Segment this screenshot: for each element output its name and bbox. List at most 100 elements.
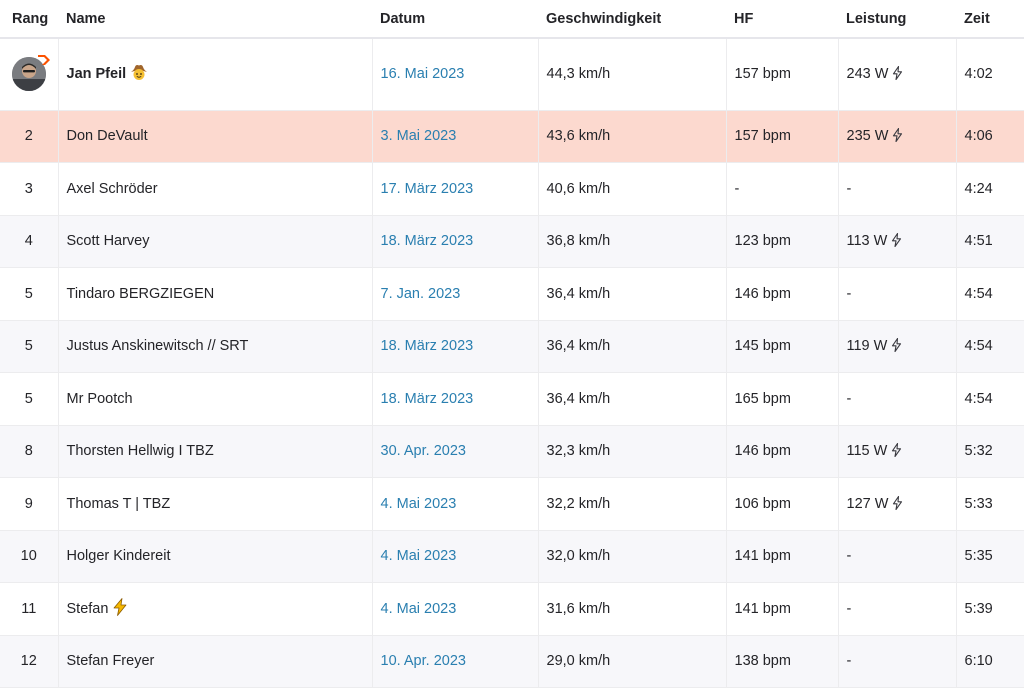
activity-date-link[interactable]: 10. Apr. 2023 bbox=[381, 653, 466, 669]
heart-rate-cell: 165 bpm bbox=[726, 372, 839, 426]
avatar[interactable] bbox=[11, 55, 50, 92]
heart-rate-cell: 157 bpm bbox=[726, 110, 839, 163]
athlete-name-link[interactable]: Thorsten Hellwig I TBZ bbox=[67, 443, 214, 459]
rank-cell: 5 bbox=[0, 267, 59, 321]
power-value: - bbox=[846, 600, 852, 617]
name-cell: Axel Schröder bbox=[58, 162, 373, 216]
speed-cell: 36,4 km/h bbox=[538, 320, 727, 373]
date-cell: 16. Mai 2023 bbox=[372, 38, 539, 111]
heart-rate-cell: 141 bpm bbox=[726, 530, 839, 583]
activity-date-link[interactable]: 4. Mai 2023 bbox=[381, 548, 457, 564]
athlete-name-link[interactable]: Stefan bbox=[67, 601, 109, 617]
athlete-name-link[interactable]: Mr Pootch bbox=[67, 391, 133, 407]
table-row[interactable]: 5 Mr Pootch 18. März 2023 36,4 km/h 165 bpm -… bbox=[0, 372, 1024, 426]
speed-cell: 36,4 km/h bbox=[538, 372, 727, 426]
power-cell: - bbox=[838, 530, 957, 583]
table-row[interactable]: Jan Pfeil 16. Mai 2023 44,3 km/h 157 bpm 243… bbox=[0, 38, 1024, 111]
rank-cell: 5 bbox=[0, 320, 59, 373]
activity-date-link[interactable]: 16. Mai 2023 bbox=[381, 66, 465, 82]
activity-date-link[interactable]: 17. März 2023 bbox=[381, 181, 474, 197]
activity-date-link[interactable]: 18. März 2023 bbox=[381, 391, 474, 407]
power-value: - bbox=[846, 548, 852, 565]
activity-date-link[interactable]: 4. Mai 2023 bbox=[381, 601, 457, 617]
speed-cell: 36,4 km/h bbox=[538, 267, 727, 321]
speed-value: 29,0 km/h bbox=[546, 653, 611, 670]
speed-value: 40,6 km/h bbox=[546, 180, 611, 197]
date-column-header[interactable]: Datum bbox=[372, 0, 538, 39]
power-value: - bbox=[846, 653, 852, 670]
athlete-name-link[interactable]: Justus Anskinewitsch // SRT bbox=[67, 338, 249, 354]
activity-date-link[interactable]: 4. Mai 2023 bbox=[381, 496, 457, 512]
power-cell: 115 W bbox=[838, 425, 957, 478]
speed-column-header[interactable]: Geschwindigkeit bbox=[538, 0, 726, 39]
activity-date-link[interactable]: 3. Mai 2023 bbox=[381, 128, 457, 144]
speed-value: 44,3 km/h bbox=[546, 66, 611, 83]
rank-column-header[interactable]: Rang bbox=[0, 0, 58, 39]
power-meter-bolt-icon bbox=[887, 338, 902, 354]
athlete-name-link[interactable]: Axel Schröder bbox=[67, 181, 158, 197]
speed-value: 36,4 km/h bbox=[546, 390, 611, 407]
activity-date-link[interactable]: 18. März 2023 bbox=[381, 233, 474, 249]
activity-date-link[interactable]: 18. März 2023 bbox=[381, 338, 474, 354]
heart-rate-cell: 157 bpm bbox=[726, 38, 839, 111]
table-row[interactable]: 3 Axel Schröder 17. März 2023 40,6 km/h - - 4:… bbox=[0, 162, 1024, 216]
power-value: - bbox=[846, 285, 852, 302]
heart-rate-column-header[interactable]: HF bbox=[726, 0, 838, 39]
rank-value: 9 bbox=[24, 495, 33, 512]
cowboy-emoji bbox=[130, 63, 148, 85]
power-cell: - bbox=[838, 372, 957, 426]
table-row[interactable]: 9 Thomas T | TBZ 4. Mai 2023 32,2 km/h 106 b… bbox=[0, 477, 1024, 531]
table-row[interactable]: 5 Tindaro BERGZIEGEN 7. Jan. 2023 36,4 km/h… bbox=[0, 267, 1024, 321]
time-cell: 4:51 bbox=[956, 215, 1024, 268]
time-value: 4:54 bbox=[964, 338, 993, 355]
table-row[interactable]: 2 Don DeVault 3. Mai 2023 43,6 km/h 157 bpm 2… bbox=[0, 110, 1024, 163]
time-value: 4:02 bbox=[964, 66, 993, 83]
date-cell: 30. Apr. 2023 bbox=[372, 425, 539, 478]
table-row[interactable]: 11 Stefan 4. Mai 2023 31,6 km/h 141 bpm - 5:39 bbox=[0, 582, 1024, 636]
date-cell: 4. Mai 2023 bbox=[372, 582, 539, 636]
name-cell: Thomas T | TBZ bbox=[58, 477, 373, 531]
time-value: 6:10 bbox=[964, 653, 993, 670]
power-column-header[interactable]: Leistung bbox=[838, 0, 956, 39]
time-value: 5:39 bbox=[964, 600, 993, 617]
name-column-header[interactable]: Name bbox=[58, 0, 372, 39]
time-cell: 4:24 bbox=[956, 162, 1024, 216]
heart-rate-value: 141 bpm bbox=[734, 548, 791, 565]
time-cell: 6:10 bbox=[956, 635, 1024, 688]
power-cell: - bbox=[838, 267, 957, 321]
name-cell: Stefan Freyer bbox=[58, 635, 373, 688]
rank-value: 10 bbox=[20, 548, 37, 565]
rank-cell: 2 bbox=[0, 110, 59, 163]
athlete-name-link[interactable]: Scott Harvey bbox=[67, 233, 150, 249]
time-value: 4:24 bbox=[964, 180, 993, 197]
name-cell: Don DeVault bbox=[58, 110, 373, 163]
rank-value: 5 bbox=[24, 338, 33, 355]
table-row[interactable]: 8 Thorsten Hellwig I TBZ 30. Apr. 2023 32,3… bbox=[0, 425, 1024, 478]
heart-rate-value: 138 bpm bbox=[734, 653, 791, 670]
date-cell: 3. Mai 2023 bbox=[372, 110, 539, 163]
power-cell: - bbox=[838, 162, 957, 216]
speed-cell: 31,6 km/h bbox=[538, 582, 727, 636]
date-cell: 18. März 2023 bbox=[372, 320, 539, 373]
name-cell: Thorsten Hellwig I TBZ bbox=[58, 425, 373, 478]
athlete-name-link[interactable]: Jan Pfeil bbox=[67, 66, 127, 82]
date-cell: 10. Apr. 2023 bbox=[372, 635, 539, 688]
table-row[interactable]: 5 Justus Anskinewitsch // SRT 18. März 202… bbox=[0, 320, 1024, 373]
table-row[interactable]: 10 Holger Kindereit 4. Mai 2023 32,0 km/h 14… bbox=[0, 530, 1024, 583]
rank-cell: 11 bbox=[0, 582, 59, 636]
athlete-name-link[interactable]: Tindaro BERGZIEGEN bbox=[67, 286, 215, 302]
table-row[interactable]: 4 Scott Harvey 18. März 2023 36,8 km/h 123 b… bbox=[0, 215, 1024, 268]
athlete-name-link[interactable]: Stefan Freyer bbox=[67, 653, 155, 669]
activity-date-link[interactable]: 30. Apr. 2023 bbox=[381, 443, 466, 459]
time-value: 4:54 bbox=[964, 390, 993, 407]
table-row[interactable]: 12 Stefan Freyer 10. Apr. 2023 29,0 km/h 138… bbox=[0, 635, 1024, 688]
athlete-name-link[interactable]: Don DeVault bbox=[67, 128, 148, 144]
time-value: 4:06 bbox=[964, 128, 993, 145]
time-value: 4:51 bbox=[964, 233, 993, 250]
athlete-name-link[interactable]: Holger Kindereit bbox=[67, 548, 171, 564]
activity-date-link[interactable]: 7. Jan. 2023 bbox=[381, 286, 461, 302]
time-value: 5:35 bbox=[964, 548, 993, 565]
date-cell: 7. Jan. 2023 bbox=[372, 267, 539, 321]
time-column-header[interactable]: Zeit bbox=[956, 0, 1024, 39]
athlete-name-link[interactable]: Thomas T | TBZ bbox=[67, 496, 171, 512]
